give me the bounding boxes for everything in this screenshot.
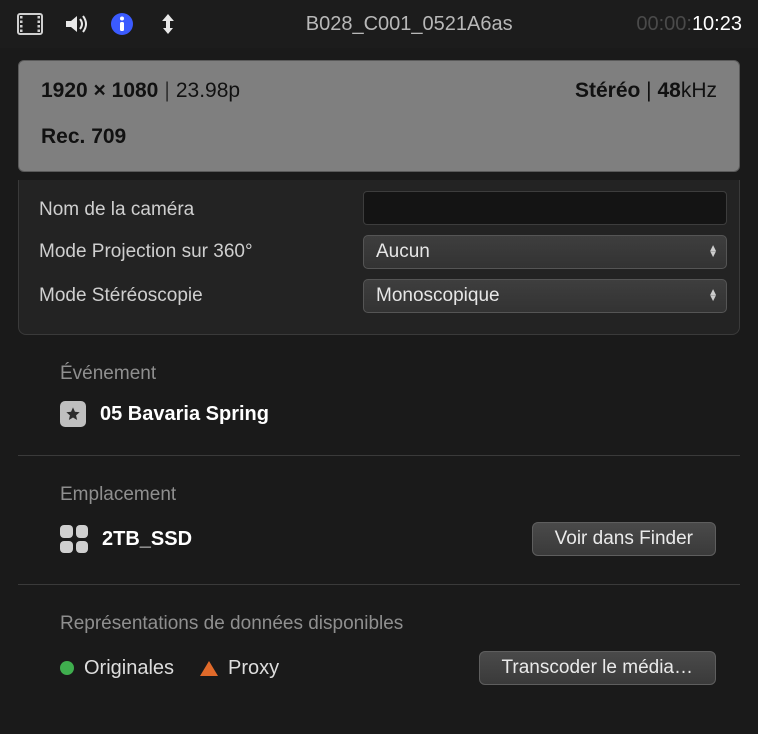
- storage-icon: [60, 525, 88, 553]
- media-status-row: Originales Proxy: [60, 657, 279, 680]
- row-camera-name: Nom de la caméra: [39, 186, 727, 230]
- status-proxy: Proxy: [200, 657, 279, 680]
- status-original: Originales: [60, 657, 174, 680]
- label-projection-mode: Mode Projection sur 360°: [39, 241, 349, 263]
- info-video-format: 1920 × 1080|23.98p: [41, 79, 240, 103]
- section-event: Événement 05 Bavaria Spring: [18, 335, 740, 456]
- location-value-row: 2TB_SSD: [60, 525, 192, 553]
- select-stereoscopy-value: Monoscopique: [376, 285, 500, 307]
- status-original-label: Originales: [84, 657, 174, 680]
- select-stereoscopy-mode[interactable]: Monoscopique ▲▼: [363, 279, 727, 313]
- event-name: 05 Bavaria Spring: [100, 403, 269, 426]
- chevron-updown-icon: ▲▼: [708, 246, 718, 258]
- video-tab-icon[interactable]: [16, 10, 44, 38]
- info-tab-icon[interactable]: [108, 10, 136, 38]
- label-stereoscopy-mode: Mode Stéréoscopie: [39, 285, 349, 307]
- audio-tab-icon[interactable]: [62, 10, 90, 38]
- info-row-format: 1920 × 1080|23.98p Stéréo | 48kHz: [41, 79, 717, 103]
- timecode-active: 10:23: [692, 13, 742, 35]
- select-projection-mode[interactable]: Aucun ▲▼: [363, 235, 727, 269]
- header-location: Emplacement: [60, 484, 716, 506]
- timecode-dim: 00:00:: [636, 13, 692, 35]
- event-value-row: 05 Bavaria Spring: [60, 401, 716, 427]
- section-representations: Représentations de données disponibles O…: [18, 585, 740, 713]
- select-projection-value: Aucun: [376, 241, 430, 263]
- info-audio-channels: Stéréo: [575, 79, 640, 102]
- share-tab-icon[interactable]: [154, 10, 182, 38]
- info-colorspace: Rec. 709: [41, 125, 717, 149]
- status-warning-icon: [200, 661, 218, 676]
- clip-title: B028_C001_0521A6as: [200, 13, 618, 36]
- reveal-in-finder-button[interactable]: Voir dans Finder: [532, 522, 716, 556]
- camera-properties-group: Nom de la caméra Mode Projection sur 360…: [18, 180, 740, 335]
- location-name: 2TB_SSD: [102, 528, 192, 551]
- row-stereoscopy-mode: Mode Stéréoscopie Monoscopique ▲▼: [39, 274, 727, 318]
- info-resolution: 1920 × 1080: [41, 79, 158, 102]
- header-event: Événement: [60, 363, 716, 385]
- status-ok-icon: [60, 661, 74, 675]
- label-camera-name: Nom de la caméra: [39, 195, 349, 221]
- clip-info-banner: 1920 × 1080|23.98p Stéréo | 48kHz Rec. 7…: [18, 60, 740, 172]
- input-camera-name[interactable]: [363, 191, 727, 225]
- info-audio-unit: kHz: [681, 79, 717, 102]
- info-audio-rate: 48: [657, 79, 680, 102]
- chevron-updown-icon: ▲▼: [708, 290, 718, 302]
- section-location: Emplacement 2TB_SSD Voir dans Finder: [18, 456, 740, 585]
- star-icon: [60, 401, 86, 427]
- row-projection-mode: Mode Projection sur 360° Aucun ▲▼: [39, 230, 727, 274]
- timecode-display: 00:00:10:23: [636, 13, 742, 36]
- header-representations: Représentations de données disponibles: [60, 613, 716, 635]
- inspector-toolbar: B028_C001_0521A6as 00:00:10:23: [0, 0, 758, 48]
- info-audio-format: Stéréo | 48kHz: [575, 79, 717, 103]
- transcode-media-button[interactable]: Transcoder le média…: [479, 651, 716, 685]
- status-proxy-label: Proxy: [228, 657, 279, 680]
- info-framerate: 23.98p: [176, 79, 240, 102]
